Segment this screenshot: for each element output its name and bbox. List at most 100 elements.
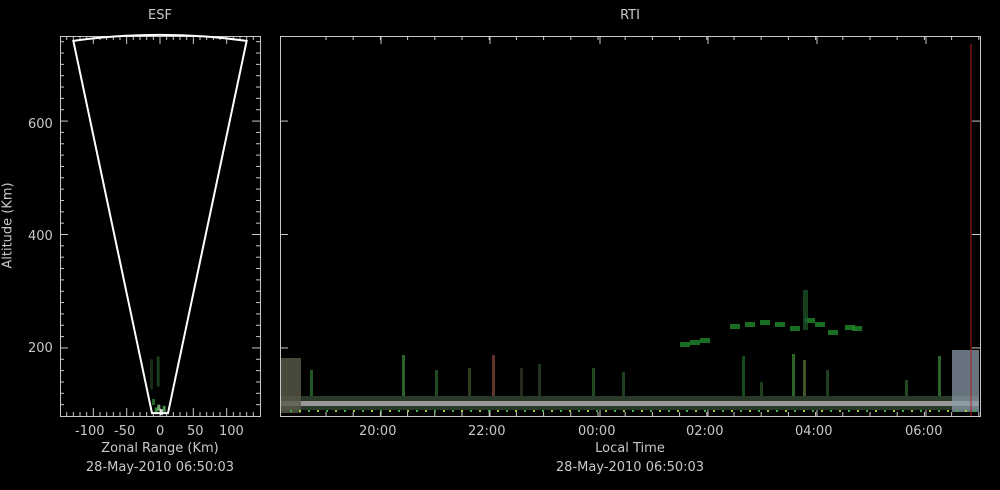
rti-speckle	[857, 410, 859, 412]
rti-echo-streak	[938, 356, 941, 396]
rti-speckle	[479, 410, 481, 412]
rti-echo-streak	[310, 370, 313, 396]
rti-echo-streak	[905, 380, 908, 396]
rti-speckle	[893, 410, 895, 412]
rti-plume-pixel	[828, 330, 838, 335]
rti-speckle	[506, 410, 508, 412]
rti-speckle	[947, 410, 949, 412]
rti-speckle	[713, 410, 715, 412]
rti-speckle	[623, 410, 625, 412]
esf-echo-pixel	[152, 398, 155, 405]
rti-speckle	[614, 410, 616, 412]
rti-echo-streak	[492, 355, 495, 396]
rti-plume-pixel	[680, 342, 690, 347]
rti-speckle	[425, 410, 427, 412]
rti-echo	[281, 290, 979, 413]
rti-speckle	[884, 410, 886, 412]
rti-speckle	[524, 410, 526, 412]
rti-speckle	[326, 410, 328, 412]
rti-speckle	[686, 410, 688, 412]
rti-speckle	[605, 410, 607, 412]
rti-echo-streak	[622, 372, 625, 396]
rti-speckle	[578, 410, 580, 412]
rti-echo-streak	[592, 368, 595, 396]
rti-speckle	[929, 410, 931, 412]
rti-speckle	[722, 410, 724, 412]
rti-speckle	[911, 410, 913, 412]
rti-speckle	[461, 410, 463, 412]
rti-speckle	[776, 410, 778, 412]
rti-speckle	[470, 410, 472, 412]
rti-speckle	[542, 410, 544, 412]
rti-speckle	[677, 410, 679, 412]
rti-speckle	[398, 410, 400, 412]
rti-echo-streak	[435, 370, 438, 396]
rti-echo-streak	[760, 382, 763, 396]
rti-speckle	[632, 410, 634, 412]
rti-speckle	[938, 410, 940, 412]
rti-echo-streak	[742, 356, 745, 396]
rti-speckle	[839, 410, 841, 412]
rti-speckle	[587, 410, 589, 412]
rti-speckle	[749, 410, 751, 412]
rti-speckle	[659, 410, 661, 412]
rti-echo-streak	[468, 368, 471, 396]
rti-plume-pixel	[852, 326, 862, 331]
rti-echo-streak	[792, 354, 795, 396]
rti-speckle	[317, 410, 319, 412]
rti-speckle	[848, 410, 850, 412]
rti-speckle	[434, 410, 436, 412]
rti-speckle	[965, 410, 967, 412]
rti-speckle	[407, 410, 409, 412]
rti-plume-column	[803, 290, 808, 330]
rti-speckle	[389, 410, 391, 412]
rti-speckle	[812, 410, 814, 412]
rti-echo-streak	[402, 355, 405, 396]
esf-echo	[150, 356, 166, 416]
rti-speckle	[551, 410, 553, 412]
rti-speckle	[974, 410, 976, 412]
esf-ticks	[60, 36, 260, 416]
rti-speckle	[299, 410, 301, 412]
rti-speckle	[344, 410, 346, 412]
rti-speckle	[920, 410, 922, 412]
rti-speckle	[416, 410, 418, 412]
rti-speckle	[956, 410, 958, 412]
rti-plot-frame	[280, 36, 981, 417]
esf-echo-pixel	[156, 356, 160, 387]
rti-echo-streak	[520, 368, 523, 396]
rti-speckle	[308, 410, 310, 412]
esf-echo-pixel	[150, 359, 153, 390]
rti-speckle	[803, 410, 805, 412]
rti-speckle	[767, 410, 769, 412]
rti-speckle	[497, 410, 499, 412]
esf-echo-pixel	[162, 405, 166, 412]
rti-speckle	[866, 410, 868, 412]
rti-bottom-layer-bright	[281, 401, 979, 406]
rti-speckle	[641, 410, 643, 412]
rti-speckle	[452, 410, 454, 412]
rti-plume-pixel	[700, 338, 710, 343]
rti-speckle	[785, 410, 787, 412]
rti-speckle	[758, 410, 760, 412]
rti-plume-pixel	[815, 322, 825, 327]
rti-speckle	[902, 410, 904, 412]
rti-left-echo-block	[281, 358, 301, 413]
rti-plume-pixel	[790, 326, 800, 331]
rti-speckle	[830, 410, 832, 412]
rti-speckle	[443, 410, 445, 412]
rti-speckle	[533, 410, 535, 412]
rti-speckle	[740, 410, 742, 412]
rti-speckle	[596, 410, 598, 412]
esf-plot-frame	[60, 36, 261, 417]
rti-speckle	[335, 410, 337, 412]
rti-speckle	[695, 410, 697, 412]
rti-speckle	[794, 410, 796, 412]
rti-speckle	[821, 410, 823, 412]
rti-speckle	[650, 410, 652, 412]
rti-speckle	[704, 410, 706, 412]
rti-speckle	[290, 410, 292, 412]
rti-echo-streak	[803, 360, 806, 396]
rti-right-echo-block	[952, 350, 979, 412]
rti-ticks	[280, 36, 980, 416]
